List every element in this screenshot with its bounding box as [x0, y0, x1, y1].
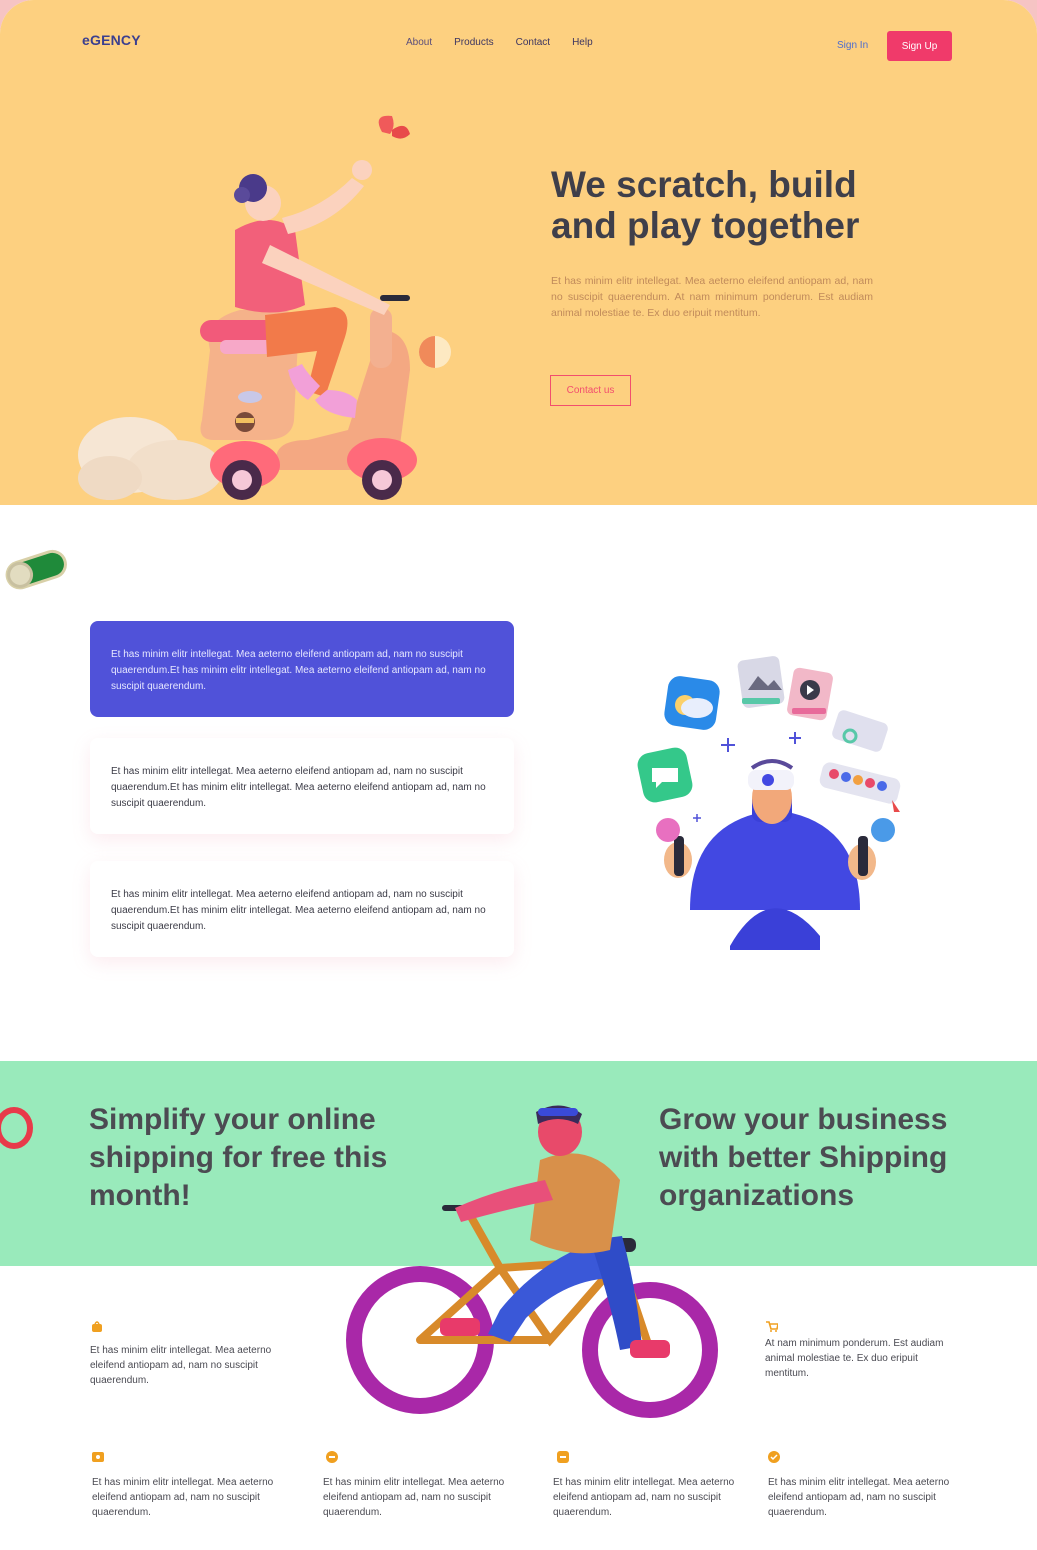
toggle-switch-decoration — [5, 549, 67, 590]
hero-description: Et has minim elitr intellegat. Mea aeter… — [551, 275, 873, 319]
bicycle-rider-illustration — [346, 1105, 718, 1418]
ring-decoration — [0, 1107, 33, 1149]
nav-about[interactable]: About — [406, 37, 432, 48]
logo[interactable]: eGENCY — [82, 32, 141, 48]
ticket-icon — [92, 1452, 104, 1462]
feature-card[interactable]: Et has minim elitr intellegat. Mea aeter… — [90, 861, 514, 957]
sign-in-link[interactable]: Sign In — [837, 40, 868, 51]
feature-text: At nam minimum ponderum. Est audiam anim… — [765, 1338, 944, 1379]
feature-text: Et has minim elitr intellegat. Mea aeter… — [553, 1477, 735, 1518]
feature-card[interactable]: Et has minim elitr intellegat. Mea aeter… — [90, 738, 514, 834]
feature-text: Et has minim elitr intellegat. Mea aeter… — [92, 1477, 274, 1518]
page-frame: eGENCY About Products Contact Help Sign … — [0, 0, 1037, 1550]
hero-title: We scratch, build and play together — [551, 164, 860, 246]
nav-contact[interactable]: Contact — [516, 37, 550, 48]
scooter-rider-illustration — [78, 115, 451, 500]
cart-icon — [766, 1321, 778, 1332]
hero-section: eGENCY About Products Contact Help Sign … — [0, 0, 1037, 505]
nav-help[interactable]: Help — [572, 37, 593, 48]
nav-products[interactable]: Products — [454, 37, 493, 48]
main-nav: About Products Contact Help — [406, 37, 615, 48]
vr-person-illustration — [637, 656, 901, 950]
bag-icon — [92, 1321, 102, 1332]
contact-us-button[interactable]: Contact us — [550, 375, 631, 406]
feature-text: Et has minim elitr intellegat. Mea aeter… — [90, 1345, 272, 1386]
box-icon — [557, 1451, 569, 1463]
feature-text: Et has minim elitr intellegat. Mea aeter… — [323, 1477, 505, 1518]
chat-icon — [326, 1451, 338, 1463]
feature-card-active[interactable]: Et has minim elitr intellegat. Mea aeter… — [90, 621, 514, 717]
badge-icon — [768, 1451, 780, 1463]
feature-text: Et has minim elitr intellegat. Mea aeter… — [768, 1477, 950, 1518]
sign-up-button[interactable]: Sign Up — [887, 31, 952, 61]
